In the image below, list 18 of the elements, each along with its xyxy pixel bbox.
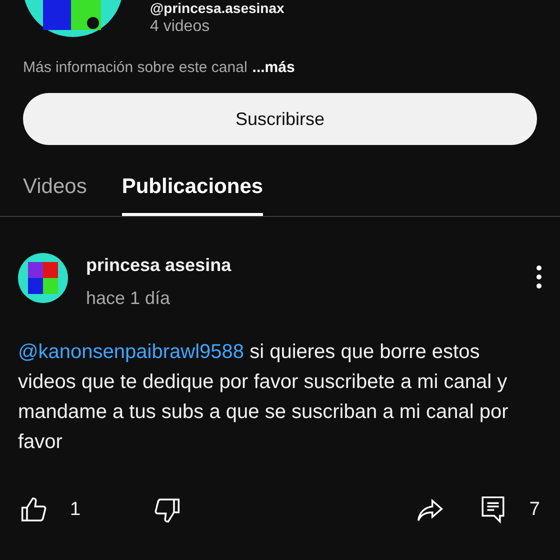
like-icon[interactable] <box>20 496 48 524</box>
tab[interactable]: Videos <box>23 175 87 216</box>
post-text: @kanonsenpaibrawl9588 si quieres que borre estos videos que te dedique por favor suscribete a mi canal y mandame a tus subs a que se suscriban a mi canal por favor <box>18 340 510 455</box>
more-options-icon[interactable] <box>536 265 542 289</box>
channel-description: Más información sobre este canal <box>23 59 248 78</box>
like-count: 1 <box>70 499 81 521</box>
tab[interactable]: Publicaciones <box>122 175 264 216</box>
comment-count: 7 <box>529 499 540 521</box>
mention-link[interactable]: @kanonsenpaibrawl9588 <box>18 341 244 363</box>
channel-handle: @princesa.asesinax <box>150 0 284 16</box>
video-count: 4 videos <box>150 18 211 36</box>
post-time: hace 1 día <box>86 288 172 309</box>
more-link[interactable]: ...más <box>252 59 295 81</box>
subscribe-button[interactable]: Suscribirse <box>23 93 537 145</box>
author-avatar[interactable] <box>18 253 68 303</box>
author-name[interactable]: princesa asesina <box>86 255 232 276</box>
dislike-icon[interactable] <box>152 496 181 524</box>
comment-icon[interactable] <box>479 495 508 525</box>
